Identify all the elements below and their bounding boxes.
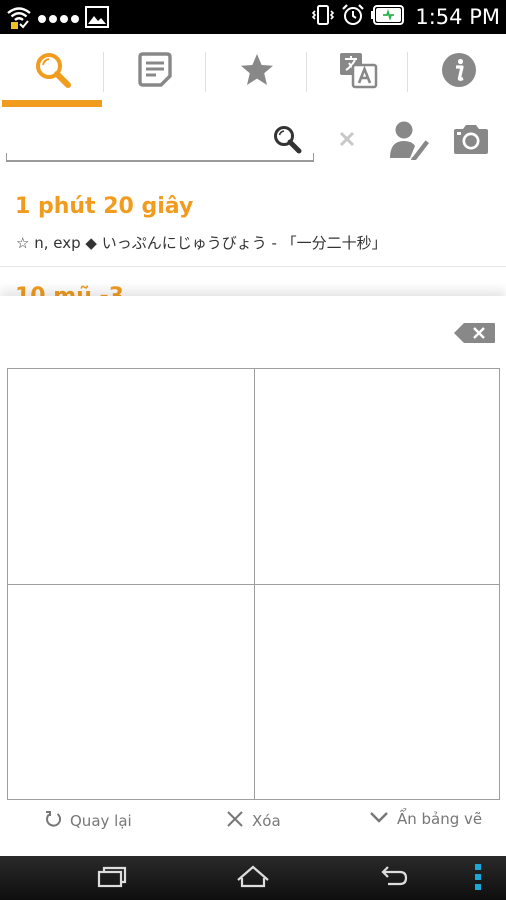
clear-icon [226, 810, 244, 832]
tab-info[interactable] [408, 34, 506, 110]
search-icon[interactable] [272, 124, 304, 160]
handwriting-actions: Quay lại Xóa Ẩn bảng vẽ [0, 810, 506, 840]
clear-button[interactable]: Xóa [226, 810, 281, 832]
backspace-icon[interactable] [454, 322, 496, 348]
tab-translate[interactable] [307, 34, 408, 110]
signal-dots-icon [38, 15, 79, 23]
status-time: 1:54 PM [415, 5, 500, 29]
handwriting-panel: Quay lại Xóa Ẩn bảng vẽ [0, 296, 506, 856]
clear-label: Xóa [252, 812, 281, 830]
info-icon [441, 52, 477, 92]
alarm-icon [341, 3, 365, 31]
handwriting-canvas[interactable] [7, 368, 500, 800]
camera-icon[interactable] [452, 122, 490, 160]
vibrate-icon [311, 3, 335, 31]
active-tab-indicator [2, 100, 102, 107]
clear-search-icon[interactable] [336, 128, 358, 154]
chevron-down-icon [369, 810, 389, 828]
navigation-bar [0, 856, 506, 900]
recent-apps-icon[interactable] [96, 864, 128, 894]
search-icon [34, 51, 72, 93]
wifi-icon [6, 4, 32, 34]
tab-favorites[interactable] [206, 34, 307, 110]
result-subtitle: ☆ n, exp ◆ いっぷんにじゅうびょう - 「一分二十秒」 [16, 234, 387, 252]
home-icon[interactable] [236, 864, 270, 894]
undo-button[interactable]: Quay lại [44, 810, 132, 832]
list-item[interactable]: 1 phút 20 giây ☆ n, exp ◆ いっぷんにじゅうびょう - … [0, 182, 506, 267]
status-bar: 1:54 PM [0, 0, 506, 34]
hide-panel-label: Ẩn bảng vẽ [397, 810, 483, 828]
undo-label: Quay lại [70, 812, 132, 830]
star-icon [239, 52, 275, 92]
search-input[interactable] [12, 124, 272, 154]
notes-icon [137, 52, 173, 92]
grid-divider [8, 584, 499, 585]
result-title: 1 phút 20 giây [15, 194, 194, 219]
handwriting-icon[interactable] [388, 120, 430, 164]
overflow-menu-icon[interactable] [472, 862, 484, 896]
translate-icon [338, 51, 378, 93]
tab-search[interactable] [2, 34, 103, 110]
back-icon[interactable] [376, 864, 410, 894]
tab-notes[interactable] [104, 34, 205, 110]
search-field [6, 116, 314, 162]
undo-icon [44, 810, 62, 832]
gallery-icon [85, 6, 109, 32]
hide-panel-button[interactable]: Ẩn bảng vẽ [369, 810, 482, 828]
search-row [0, 116, 506, 166]
battery-charging-icon [371, 4, 405, 30]
tab-bar [0, 34, 506, 110]
